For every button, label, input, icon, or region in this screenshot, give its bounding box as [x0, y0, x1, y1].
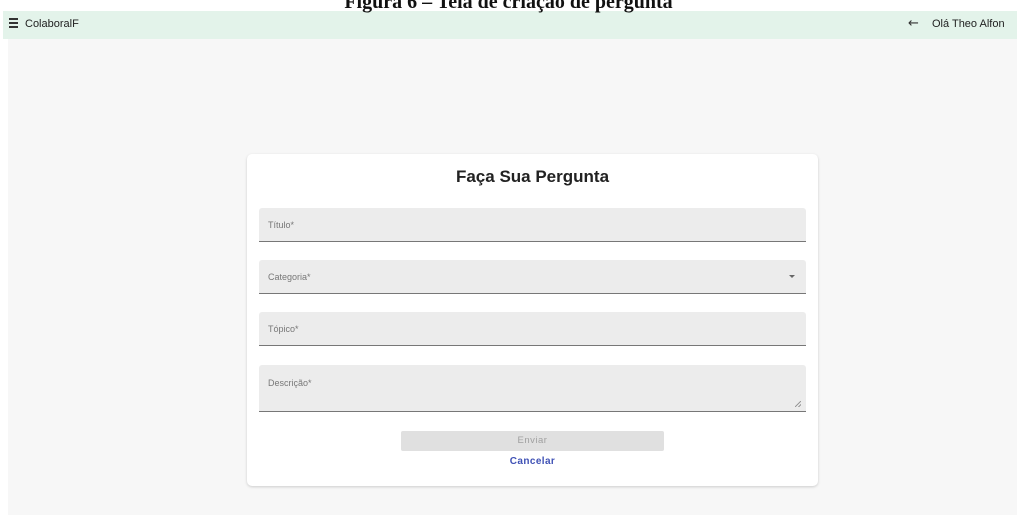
- topico-label: Tópico*: [268, 324, 299, 334]
- categoria-select[interactable]: Categoria*: [259, 260, 806, 294]
- descricao-label: Descrição*: [268, 378, 312, 388]
- resize-handle-icon[interactable]: [795, 401, 801, 407]
- form-title: Faça Sua Pergunta: [455, 167, 610, 186]
- figure-caption: Figura 6 – Tela de criação de pergunta: [344, 0, 673, 13]
- categoria-label: Categoria*: [268, 272, 311, 282]
- app-name: ColaboralF: [25, 18, 79, 30]
- descricao-textarea[interactable]: Descrição*: [259, 365, 806, 412]
- titulo-label: Título*: [268, 220, 295, 230]
- user-greeting[interactable]: Olá Theo Alfon: [932, 18, 1017, 30]
- titulo-field[interactable]: Título*: [259, 208, 806, 242]
- app-bar: ColaboralF ← Olá Theo Alfon: [3, 11, 1017, 39]
- caret-down-icon[interactable]: [789, 275, 795, 278]
- submit-button[interactable]: Enviar: [401, 431, 664, 451]
- topico-field[interactable]: Tópico*: [259, 312, 806, 346]
- hamburger-menu-icon[interactable]: [9, 18, 20, 30]
- cancel-button[interactable]: Cancelar: [247, 456, 818, 467]
- arrow-left-icon[interactable]: ←: [908, 16, 919, 31]
- question-form-card: Faça Sua Pergunta Título* Categoria* Tóp…: [247, 154, 818, 486]
